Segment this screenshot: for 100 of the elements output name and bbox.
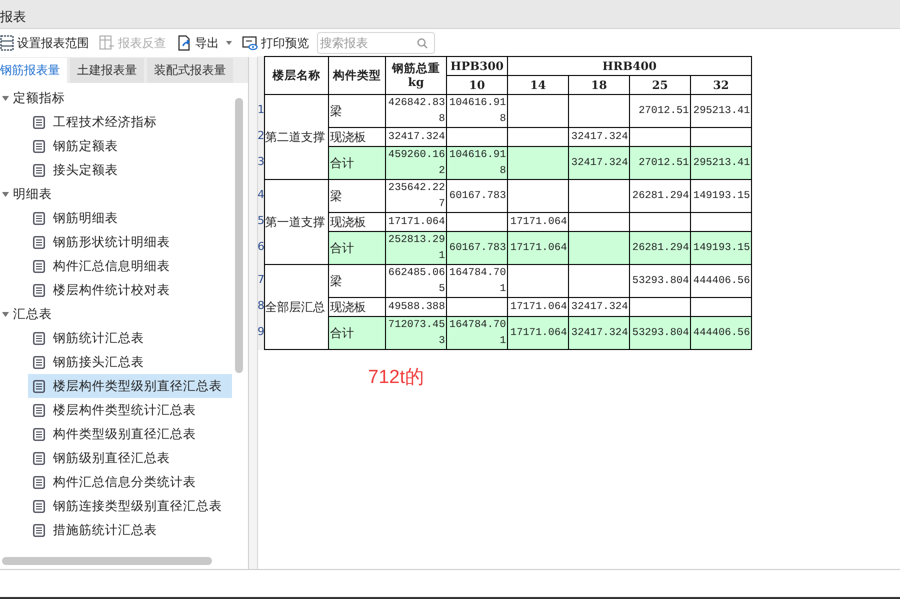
table-cell: 梁 [328,264,386,298]
row-number: 9 [258,324,264,340]
document-icon [33,236,45,248]
tree-item[interactable]: 钢筋定额表 [28,134,232,158]
export-icon [176,35,192,51]
table-cell: 第二道支撑 [264,94,328,180]
tree-item[interactable]: 措施筋统计汇总表 [28,518,232,542]
table-cell: 32417.324 [568,316,630,350]
table-cell: 27012.51 [630,94,690,128]
column-header: 32 [690,76,752,94]
table-cell: 164784.701 [446,264,508,298]
table-cell: 第一道支撑 [264,180,328,264]
row-number: 2 [258,128,264,144]
column-header: 10 [446,76,508,94]
tree-item[interactable]: 楼层构件类型级别直径汇总表 [28,374,232,398]
print-preview-icon [242,35,258,51]
document-icon [33,524,45,536]
document-icon [33,212,45,224]
document-icon [33,452,45,464]
table-cell: 164784.701 [446,316,508,350]
table-cell: 149193.15 [690,180,752,212]
document-icon [33,404,45,416]
table-cell: 全部层汇总 [264,264,328,350]
document-icon [33,164,45,176]
table-cell: 662485.065 [386,264,446,298]
document-icon [33,356,45,368]
tree-item[interactable]: 钢筋连接类型级别直径汇总表 [28,494,232,518]
table-cell: 27012.51 [630,146,690,180]
table-cell: 252813.291 [386,232,446,264]
toolbar-button[interactable]: 导出 [172,31,236,55]
row-number: 8 [258,298,264,314]
tree-item[interactable]: 钢筋级别直径汇总表 [28,446,232,470]
search-icon [417,38,428,49]
grid-icon [99,35,115,51]
splitter[interactable] [249,57,258,569]
toolbar-button[interactable]: 打印预览 [238,31,313,55]
document-icon [33,284,45,296]
tree-item[interactable]: 楼层构件统计校对表 [28,278,232,302]
document-icon [33,332,45,344]
tree-section[interactable]: 汇总表 [0,302,248,326]
table-cell: 295213.41 [690,94,752,128]
column-header: 14 [508,76,568,94]
table-cell: 149193.15 [690,232,752,264]
document-icon [33,140,45,152]
window-title: 报表 [0,9,26,26]
table-cell: 17171.064 [508,316,568,350]
tree-section[interactable]: 明细表 [0,182,248,206]
table-cell: 梁 [328,94,386,128]
tab[interactable]: 土建报表量 [70,58,144,83]
tree-item[interactable]: 工程技术经济指标 [28,110,232,134]
tree-section[interactable]: 定额指标 [0,86,248,110]
table-cell: 235642.227 [386,180,446,212]
tree-item[interactable]: 构件类型级别直径汇总表 [28,422,232,446]
tree-item[interactable]: 构件汇总信息明细表 [28,254,232,278]
table-cell: 26281.294 [630,180,690,212]
annotation-text: 712t的 [368,366,425,390]
row-number: 4 [258,187,264,203]
tree-item[interactable]: 钢筋形状统计明细表 [28,230,232,254]
expand-arrow-icon [2,190,9,198]
table-cell: 53293.804 [630,316,690,350]
scrollbar[interactable] [235,98,243,373]
tree-item[interactable]: 构件汇总信息分类统计表 [28,470,232,494]
tab[interactable]: 钢筋报表量 [0,58,67,83]
scrollbar[interactable] [2,557,212,565]
document-icon [33,260,45,272]
table-cell: 合计 [328,232,386,264]
tab[interactable]: 装配式报表量 [147,58,233,83]
table-cell: 426842.838 [386,94,446,128]
row-number: 1 [258,102,264,118]
table-cell: 295213.41 [690,146,752,180]
document-icon [33,476,45,488]
table-cell: 53293.804 [630,264,690,298]
table-cell: 60167.783 [446,232,508,264]
column-header: 钢筋总重 kg [386,56,446,94]
column-header: 18 [568,76,630,94]
tree-item[interactable]: 钢筋接头汇总表 [28,350,232,374]
table-cell: 444406.56 [690,264,752,298]
tree-item[interactable]: 楼层构件类型统计汇总表 [28,398,232,422]
document-icon [33,500,45,512]
tree-item[interactable]: 钢筋统计汇总表 [28,326,232,350]
table-cell: 26281.294 [630,232,690,264]
table-cell: 17171.064 [508,232,568,264]
column-header: 楼层名称 [264,56,328,94]
row-number: 3 [258,154,264,170]
toolbar-button[interactable]: 设置报表范围 [0,31,93,55]
column-header: HPB300 [446,56,508,76]
table-cell: 459260.162 [386,146,446,180]
tree-item[interactable]: 接头定额表 [28,158,232,182]
table-cell: 104616.918 [446,146,508,180]
table-cell: 合计 [328,146,386,180]
tree-item[interactable]: 钢筋明细表 [28,206,232,230]
column-header: HRB400 [508,56,752,76]
grid-icon [0,35,14,51]
column-header: 25 [630,76,690,94]
document-icon [33,380,45,392]
table-cell: 444406.56 [690,316,752,350]
document-icon [33,428,45,440]
search-field[interactable]: 搜索报表 [317,32,435,54]
table-cell: 梁 [328,180,386,212]
table-cell: 104616.918 [446,94,508,128]
